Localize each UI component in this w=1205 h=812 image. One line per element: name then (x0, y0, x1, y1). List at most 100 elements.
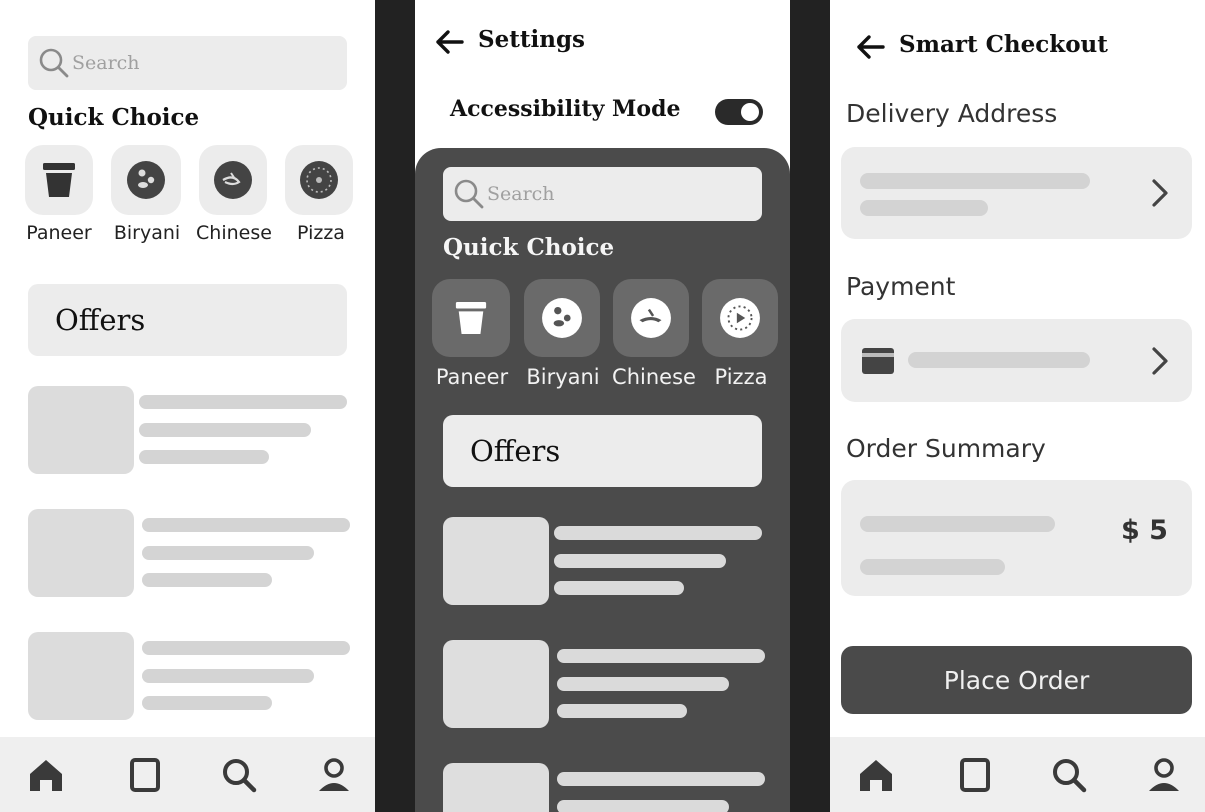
quick-choice-pizza[interactable] (702, 279, 778, 357)
rice-bowl-icon (127, 161, 165, 199)
cup-icon (43, 163, 75, 197)
offers-banner[interactable]: Offers (443, 415, 762, 487)
list-item-thumbnail (28, 632, 134, 720)
page-title: Settings (478, 26, 585, 53)
preview-sheet: Search Quick Choice Paneer Biryani Chine… (415, 148, 790, 812)
placeholder-line (142, 641, 350, 655)
quick-choice-biryani[interactable] (524, 279, 600, 357)
home-screen: Search Quick Choice Paneer Biryani Chine… (0, 0, 375, 812)
placeholder-line (557, 649, 765, 663)
placeholder-line (139, 450, 269, 464)
list-item[interactable] (28, 632, 352, 720)
bottom-nav (0, 737, 375, 812)
payment-card[interactable] (841, 319, 1192, 402)
offers-banner[interactable]: Offers (28, 284, 347, 356)
placeholder-line (557, 772, 765, 786)
rice-bowl-icon (542, 298, 582, 338)
quick-choice-label: Biryani (113, 222, 181, 244)
quick-choice-title: Quick Choice (28, 104, 200, 131)
quick-choice-label: Pizza (297, 222, 345, 244)
search-placeholder: Search (72, 52, 140, 74)
quick-choice-label: Paneer (435, 365, 509, 389)
home-icon[interactable] (856, 755, 896, 795)
page-title: Smart Checkout (899, 31, 1108, 58)
order-total: $ 5 (1121, 515, 1168, 546)
placeholder-line (554, 554, 726, 568)
list-item[interactable] (443, 640, 767, 728)
accessibility-toggle[interactable] (715, 99, 763, 125)
placeholder-line (557, 677, 729, 691)
placeholder-line (860, 559, 1005, 575)
placeholder-line (554, 526, 762, 540)
quick-choice-label: Biryani (526, 365, 600, 389)
payment-title: Payment (846, 272, 956, 301)
toggle-knob (741, 103, 759, 121)
bottom-nav (830, 737, 1205, 812)
quick-choice-label: Chinese (612, 365, 696, 389)
list-item[interactable] (28, 386, 352, 474)
search-icon (454, 179, 484, 209)
quick-choice-chinese[interactable] (613, 279, 689, 357)
delivery-address-card[interactable] (841, 147, 1192, 239)
quick-choice-chinese[interactable] (199, 145, 267, 215)
list-item[interactable] (28, 509, 352, 597)
placeholder-line (142, 518, 350, 532)
quick-choice-label: Pizza (714, 365, 768, 389)
search-placeholder: Search (487, 183, 555, 205)
search-icon[interactable] (1049, 755, 1089, 795)
quick-choice-paneer[interactable] (432, 279, 510, 357)
checkout-screen: Smart Checkout Delivery Address Payment … (830, 0, 1205, 812)
placeholder-line (142, 669, 314, 683)
quick-choice-label: Chinese (196, 222, 272, 244)
list-item[interactable] (443, 517, 767, 605)
list-item-thumbnail (28, 509, 134, 597)
placeholder-line (142, 546, 314, 560)
placeholder-line (860, 200, 988, 216)
list-item[interactable] (443, 763, 767, 812)
quick-choice-biryani[interactable] (111, 145, 181, 215)
noodle-bowl-icon (214, 161, 252, 199)
profile-icon[interactable] (1144, 755, 1184, 795)
cup-icon (455, 301, 487, 335)
placeholder-line (142, 573, 272, 587)
accessibility-label: Accessibility Mode (450, 96, 681, 122)
placeholder-line (142, 696, 272, 710)
quick-choice-pizza[interactable] (285, 145, 353, 215)
delivery-address-title: Delivery Address (846, 99, 1058, 128)
chevron-right-icon (1152, 347, 1168, 375)
quick-choice-title: Quick Choice (443, 234, 615, 261)
quick-choice-label: Paneer (26, 222, 92, 244)
list-item-thumbnail (443, 640, 549, 728)
noodle-bowl-icon (631, 298, 671, 338)
order-summary-title: Order Summary (846, 434, 1046, 463)
chevron-right-icon (1152, 179, 1168, 207)
search-icon[interactable] (219, 755, 259, 795)
placeholder-line (139, 395, 347, 409)
search-input[interactable]: Search (28, 36, 347, 90)
list-item-thumbnail (28, 386, 134, 474)
search-icon (39, 48, 69, 78)
home-icon[interactable] (26, 755, 66, 795)
placeholder-line (557, 800, 729, 812)
placeholder-line (860, 173, 1090, 189)
back-arrow-icon[interactable] (435, 28, 465, 56)
card-icon (862, 348, 894, 374)
placeholder-line (557, 704, 687, 718)
placeholder-line (554, 581, 684, 595)
search-input[interactable]: Search (443, 167, 762, 221)
list-item-thumbnail (443, 517, 549, 605)
orders-icon[interactable] (955, 755, 995, 795)
place-order-button[interactable]: Place Order (841, 646, 1192, 714)
placeholder-line (139, 423, 311, 437)
profile-icon[interactable] (314, 755, 354, 795)
pizza-icon (720, 298, 760, 338)
orders-icon[interactable] (125, 755, 165, 795)
pizza-icon (300, 161, 338, 199)
quick-choice-paneer[interactable] (25, 145, 93, 215)
placeholder-line (908, 352, 1090, 368)
back-arrow-icon[interactable] (856, 33, 886, 61)
placeholder-line (860, 516, 1055, 532)
order-summary-card: $ 5 (841, 480, 1192, 596)
settings-screen: Settings Accessibility Mode Search Quick… (415, 0, 790, 812)
list-item-thumbnail (443, 763, 549, 812)
